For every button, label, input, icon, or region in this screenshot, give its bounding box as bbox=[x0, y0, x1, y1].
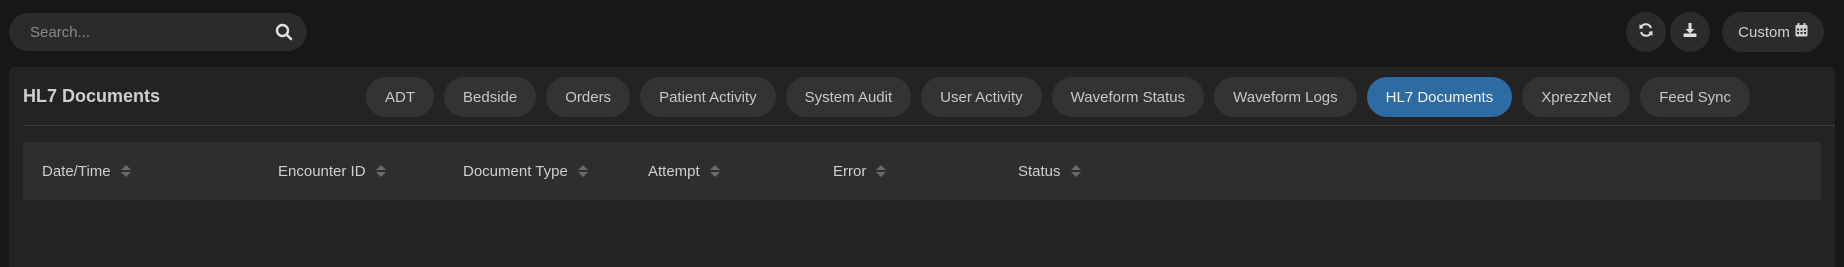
column-header-error[interactable]: Error bbox=[833, 142, 887, 200]
column-header-date-time[interactable]: Date/Time bbox=[42, 142, 131, 200]
sort-icon bbox=[709, 165, 720, 177]
tab-patient-activity[interactable]: Patient Activity bbox=[640, 77, 776, 117]
column-header-attempt[interactable]: Attempt bbox=[648, 142, 720, 200]
refresh-button[interactable] bbox=[1626, 12, 1666, 52]
column-label: Date/Time bbox=[42, 162, 111, 180]
download-icon bbox=[1682, 22, 1698, 43]
sort-icon bbox=[876, 165, 887, 177]
search-icon[interactable] bbox=[261, 13, 307, 51]
column-label: Encounter ID bbox=[278, 162, 366, 180]
refresh-icon bbox=[1638, 22, 1654, 43]
top-toolbar: Custom bbox=[0, 0, 1844, 66]
tab-user-activity[interactable]: User Activity bbox=[921, 77, 1042, 117]
tab-system-audit[interactable]: System Audit bbox=[785, 77, 912, 117]
sort-icon bbox=[577, 165, 588, 177]
download-button[interactable] bbox=[1670, 12, 1710, 52]
column-label: Status bbox=[1018, 162, 1061, 180]
search-box bbox=[9, 12, 307, 52]
custom-date-range-button[interactable]: Custom bbox=[1722, 12, 1824, 52]
tab-xprezznet[interactable]: XprezzNet bbox=[1522, 77, 1631, 117]
sort-icon bbox=[120, 165, 131, 177]
divider bbox=[23, 125, 1835, 126]
column-label: Document Type bbox=[463, 162, 568, 180]
tab-waveform-status[interactable]: Waveform Status bbox=[1051, 77, 1205, 117]
table-header: Date/Time Encounter ID Document Type Att… bbox=[23, 142, 1821, 200]
search-input[interactable] bbox=[9, 12, 261, 52]
tab-hl7-documents[interactable]: HL7 Documents bbox=[1366, 77, 1513, 117]
tab-adt[interactable]: ADT bbox=[366, 77, 434, 117]
tab-bedside[interactable]: Bedside bbox=[444, 77, 537, 117]
tab-feed-sync[interactable]: Feed Sync bbox=[1640, 77, 1750, 117]
calendar-icon bbox=[1795, 23, 1808, 41]
sort-icon bbox=[375, 165, 386, 177]
column-header-status[interactable]: Status bbox=[1018, 142, 1081, 200]
column-label: Error bbox=[833, 162, 867, 180]
column-header-encounter-id[interactable]: Encounter ID bbox=[278, 142, 386, 200]
tab-waveform-logs[interactable]: Waveform Logs bbox=[1214, 77, 1357, 117]
custom-label: Custom bbox=[1738, 23, 1790, 41]
panel-title: HL7 Documents bbox=[23, 86, 161, 106]
column-label: Attempt bbox=[648, 162, 700, 180]
report-tabs: ADT Bedside Orders Patient Activity System A… bbox=[366, 77, 1750, 117]
report-panel: HL7 Documents ADT Bedside Orders Patient Ac… bbox=[9, 67, 1835, 267]
column-header-document-type[interactable]: Document Type bbox=[463, 142, 588, 200]
sort-icon bbox=[1070, 165, 1081, 177]
tab-orders[interactable]: Orders bbox=[546, 77, 631, 117]
